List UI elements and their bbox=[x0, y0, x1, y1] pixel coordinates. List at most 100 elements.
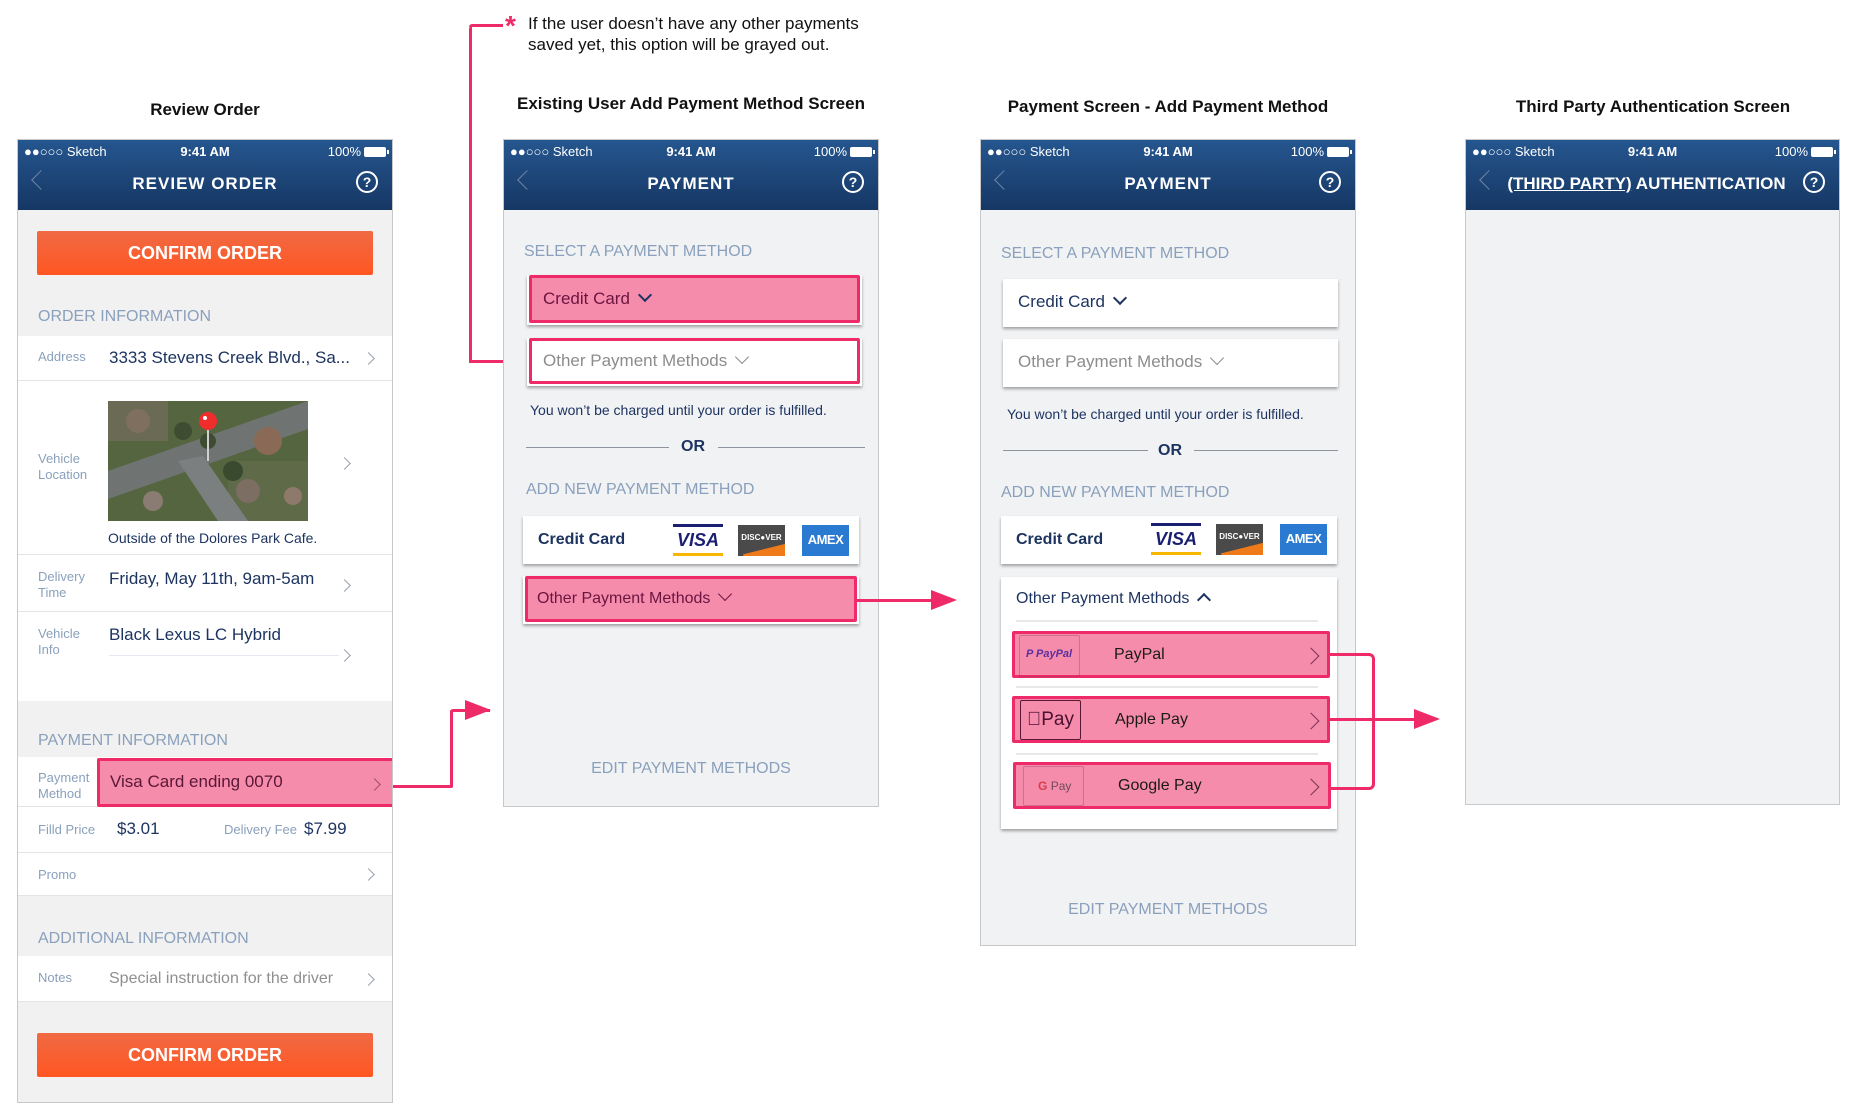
or-label: OR bbox=[681, 438, 705, 455]
annotation-connector-vertical bbox=[469, 26, 472, 362]
other-methods-option[interactable]: Other Payment Methods bbox=[529, 338, 860, 384]
vehicle-location-row[interactable]: Vehicle Location Outside of the Dolores … bbox=[18, 381, 392, 555]
filld-price-label: Filld Price bbox=[38, 822, 96, 837]
address-value: 3333 Stevens Creek Blvd., Sa... bbox=[109, 348, 350, 367]
chevron-right-icon bbox=[362, 973, 375, 986]
other-methods-option[interactable]: Other Payment Methods bbox=[1003, 339, 1338, 387]
help-icon[interactable]: ? bbox=[842, 171, 864, 193]
credit-card-option[interactable]: Credit Card bbox=[1003, 279, 1338, 327]
credit-card-option[interactable]: Credit Card bbox=[529, 275, 860, 323]
location-caption: Outside of the Dolores Park Cafe. bbox=[108, 530, 318, 546]
chevron-right-icon bbox=[338, 457, 351, 470]
page-title: PAYMENT bbox=[647, 174, 735, 193]
chevron-right-icon bbox=[362, 868, 375, 881]
delivery-fee-value: $7.99 bbox=[304, 819, 347, 838]
nav-bar: ●●○○○ Sketch 9:41 AM 100% REVIEW ORDER ? bbox=[18, 140, 392, 210]
select-payment-header: SELECT A PAYMENT METHOD bbox=[524, 243, 753, 260]
additional-info-header: ADDITIONAL INFORMATION bbox=[38, 930, 249, 947]
annotation-asterisk: * bbox=[505, 10, 516, 41]
payment-add-method-screen: ●●○○○ Sketch 9:41 AM 100% PAYMENT ? SELE… bbox=[980, 139, 1356, 946]
delivery-time-row[interactable]: Delivery Time Friday, May 11th, 9am-5am bbox=[18, 555, 392, 612]
battery-icon bbox=[1327, 146, 1352, 157]
vehicle-location-map[interactable] bbox=[108, 401, 308, 521]
chevron-down-icon bbox=[718, 586, 733, 602]
payment-method-value: Visa Card ending 0070 bbox=[110, 772, 283, 791]
chevron-down-icon bbox=[1112, 290, 1127, 306]
annotation-note-line1: If the user doesn’t have any other payme… bbox=[528, 14, 859, 33]
address-row[interactable]: Address 3333 Stevens Creek Blvd., Sa... bbox=[18, 336, 392, 381]
or-divider-left bbox=[526, 447, 669, 448]
chevron-right-icon bbox=[1302, 778, 1320, 796]
add-other-methods-option[interactable]: Other Payment Methods bbox=[525, 576, 857, 622]
visa-logo: VISA bbox=[673, 524, 723, 556]
payment-method-highlight[interactable]: Visa Card ending 0070 bbox=[97, 758, 392, 807]
nav-bar: ●●○○○ Sketch 9:41 AM 100% PAYMENT ? bbox=[981, 140, 1355, 210]
chevron-down-icon bbox=[637, 287, 652, 303]
edit-payment-methods-link[interactable]: EDIT PAYMENT METHODS bbox=[504, 760, 878, 778]
existing-user-payment-screen: ●●○○○ Sketch 9:41 AM 100% PAYMENT ? SELE… bbox=[503, 139, 879, 807]
map-pin-icon bbox=[199, 412, 217, 430]
credit-card-option-label: Credit Card bbox=[1018, 290, 1127, 312]
add-other-methods-label: Other Payment Methods bbox=[537, 586, 733, 608]
help-icon[interactable]: ? bbox=[1803, 171, 1825, 193]
vehicle-info-underline bbox=[109, 655, 339, 656]
confirm-order-button[interactable]: CONFIRM ORDER bbox=[37, 231, 373, 275]
vehicle-location-label: Vehicle Location bbox=[38, 451, 88, 482]
review-order-screen: ●●○○○ Sketch 9:41 AM 100% REVIEW ORDER ?… bbox=[17, 139, 393, 1103]
add-new-header: ADD NEW PAYMENT METHOD bbox=[526, 481, 755, 498]
page-title: PAYMENT bbox=[1124, 174, 1212, 193]
edit-payment-methods-link[interactable]: EDIT PAYMENT METHODS bbox=[981, 901, 1355, 919]
flow-arrow-head-2 bbox=[931, 590, 957, 610]
apple-pay-logo: Pay bbox=[1020, 700, 1081, 740]
filld-price-value: $3.01 bbox=[117, 819, 160, 838]
credit-card-option-label: Credit Card bbox=[543, 287, 652, 309]
battery-status: 100% bbox=[1291, 144, 1352, 159]
aerial-map-image bbox=[108, 401, 308, 521]
google-pay-option[interactable]: G Pay Google Pay bbox=[1013, 762, 1331, 809]
charge-note: You won’t be charged until your order is… bbox=[530, 402, 827, 418]
visa-logo: VISA bbox=[1151, 523, 1201, 555]
help-icon[interactable]: ? bbox=[356, 171, 378, 193]
delivery-fee-label: Delivery Fee bbox=[224, 822, 297, 837]
or-divider-right bbox=[1194, 450, 1338, 451]
help-icon[interactable]: ? bbox=[1319, 171, 1341, 193]
or-label: OR bbox=[1158, 442, 1182, 459]
divider bbox=[1016, 686, 1318, 688]
notes-row[interactable]: Notes Special instruction for the driver bbox=[18, 956, 392, 1002]
annotation-note-line2: saved yet, this option will be grayed ou… bbox=[528, 35, 830, 54]
caption-existing-user-payment: Existing User Add Payment Method Screen bbox=[517, 94, 865, 113]
notes-input[interactable]: Special instruction for the driver bbox=[109, 970, 333, 988]
add-credit-card-label: Credit Card bbox=[538, 531, 626, 548]
nav-bar: ●●○○○ Sketch 9:41 AM 100% PAYMENT ? bbox=[504, 140, 878, 210]
charge-note: You won’t be charged until your order is… bbox=[1007, 406, 1304, 422]
chevron-up-icon bbox=[1197, 592, 1212, 608]
promo-label: Promo bbox=[38, 867, 77, 882]
third-party-auth-screen: ●●○○○ Sketch 9:41 AM 100% (THIRD PARTY) … bbox=[1465, 139, 1840, 805]
add-credit-card-option[interactable]: Credit Card VISA DISC●VER AMEX bbox=[523, 516, 859, 564]
other-methods-expanded-label[interactable]: Other Payment Methods bbox=[1016, 590, 1212, 608]
add-credit-card-option[interactable]: Credit Card VISA DISC●VER AMEX bbox=[1001, 516, 1337, 564]
page-title: (THIRD PARTY) AUTHENTICATION bbox=[1507, 174, 1786, 193]
chevron-right-icon bbox=[368, 778, 381, 791]
apple-pay-label: Apple Pay bbox=[1115, 711, 1188, 728]
battery-status: 100% bbox=[814, 144, 875, 159]
status-bar: ●●○○○ Sketch 9:41 AM 100% bbox=[1466, 140, 1839, 162]
vehicle-info-row[interactable]: Vehicle Info Black Lexus LC Hybrid bbox=[18, 612, 392, 701]
delivery-time-value: Friday, May 11th, 9am-5am bbox=[109, 569, 315, 588]
chevron-down-icon bbox=[1210, 350, 1225, 366]
order-info-header: ORDER INFORMATION bbox=[38, 308, 212, 325]
apple-pay-option[interactable]: Pay Apple Pay bbox=[1012, 696, 1330, 743]
chevron-right-icon bbox=[1302, 647, 1320, 665]
flow-arrow-line-2 bbox=[857, 599, 931, 602]
or-divider-right bbox=[718, 447, 865, 448]
caption-review-order: Review Order bbox=[150, 100, 260, 119]
battery-icon bbox=[850, 146, 875, 157]
battery-status: 100% bbox=[328, 144, 389, 159]
promo-row[interactable]: Promo bbox=[18, 853, 392, 896]
chevron-down-icon bbox=[735, 349, 750, 365]
google-pay-label: Google Pay bbox=[1118, 777, 1202, 794]
paypal-option[interactable]: P PayPal PayPal bbox=[1012, 631, 1330, 678]
paypal-logo: P PayPal bbox=[1019, 635, 1080, 677]
confirm-order-button-bottom[interactable]: CONFIRM ORDER bbox=[37, 1033, 373, 1077]
caption-payment-add-method: Payment Screen - Add Payment Method bbox=[1007, 97, 1329, 116]
